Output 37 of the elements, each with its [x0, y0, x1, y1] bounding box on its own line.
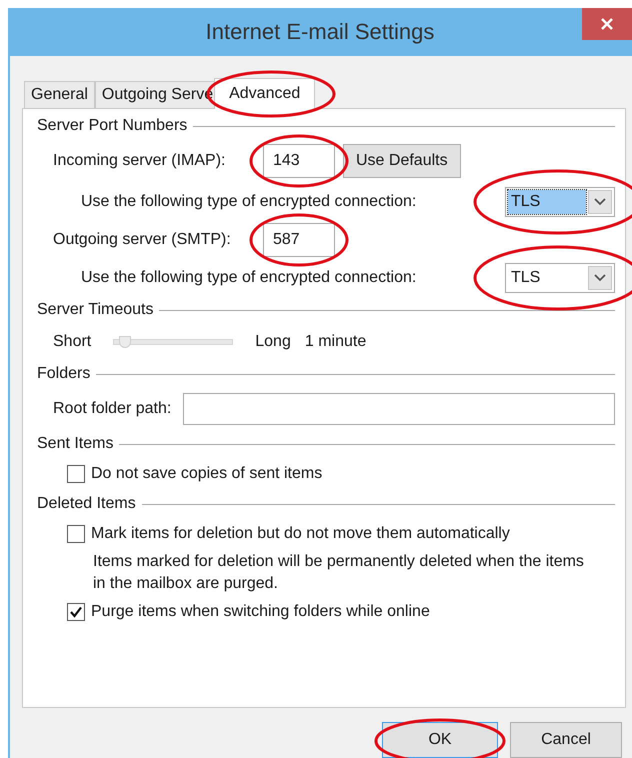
window-title: Internet E-mail Settings [206, 19, 434, 45]
root-folder-field[interactable] [183, 393, 615, 425]
close-button[interactable] [582, 8, 632, 40]
checkbox-label: Mark items for deletion but do not move them automatically [91, 525, 510, 543]
port-field[interactable]: 143 [263, 144, 335, 178]
slider-thumb[interactable] [118, 336, 131, 348]
section-title: Deleted Items [37, 495, 136, 513]
root-folder-label: Root folder path: [53, 400, 172, 418]
tab[interactable]: Advanced [214, 78, 316, 109]
encryption-dropdown[interactable]: TLS [505, 263, 615, 293]
checkbox-label: Do not save copies of sent items [91, 465, 322, 483]
help-text: Items marked for deletion will be permanently deleted when the items in the mailbox are purged. [93, 552, 585, 594]
section-title: Sent Items [37, 435, 114, 453]
port-label: Incoming server (IMAP): [53, 152, 226, 170]
encryption-label: Use the following type of encrypted connection: [81, 269, 416, 287]
checkbox[interactable] [67, 465, 85, 483]
encryption-dropdown[interactable]: TLS [505, 187, 615, 217]
slider-max-label: Long [255, 333, 291, 351]
chevron-down-icon [594, 274, 606, 282]
timeout-slider[interactable] [113, 334, 234, 350]
use-defaults-button[interactable]: Use Defaults [343, 144, 461, 178]
timeout-value: 1 minute [304, 333, 366, 351]
checkbox[interactable] [67, 603, 85, 621]
section-title: Server Port Numbers [37, 117, 188, 135]
section-title: Server Timeouts [37, 301, 154, 319]
port-field[interactable]: 587 [263, 223, 335, 257]
encryption-label: Use the following type of encrypted connection: [81, 193, 416, 211]
dialog-button[interactable]: Cancel [510, 722, 622, 758]
dialog-button[interactable]: OK [382, 722, 498, 758]
chevron-down-icon [594, 198, 606, 206]
checkbox[interactable] [67, 525, 85, 543]
port-label: Outgoing server (SMTP): [53, 231, 232, 249]
checkbox-label: Purge items when switching folders while online [91, 603, 430, 621]
tab[interactable]: General [24, 81, 95, 108]
section-title: Folders [37, 365, 90, 383]
close-icon [600, 17, 614, 31]
slider-min-label: Short [53, 333, 92, 351]
